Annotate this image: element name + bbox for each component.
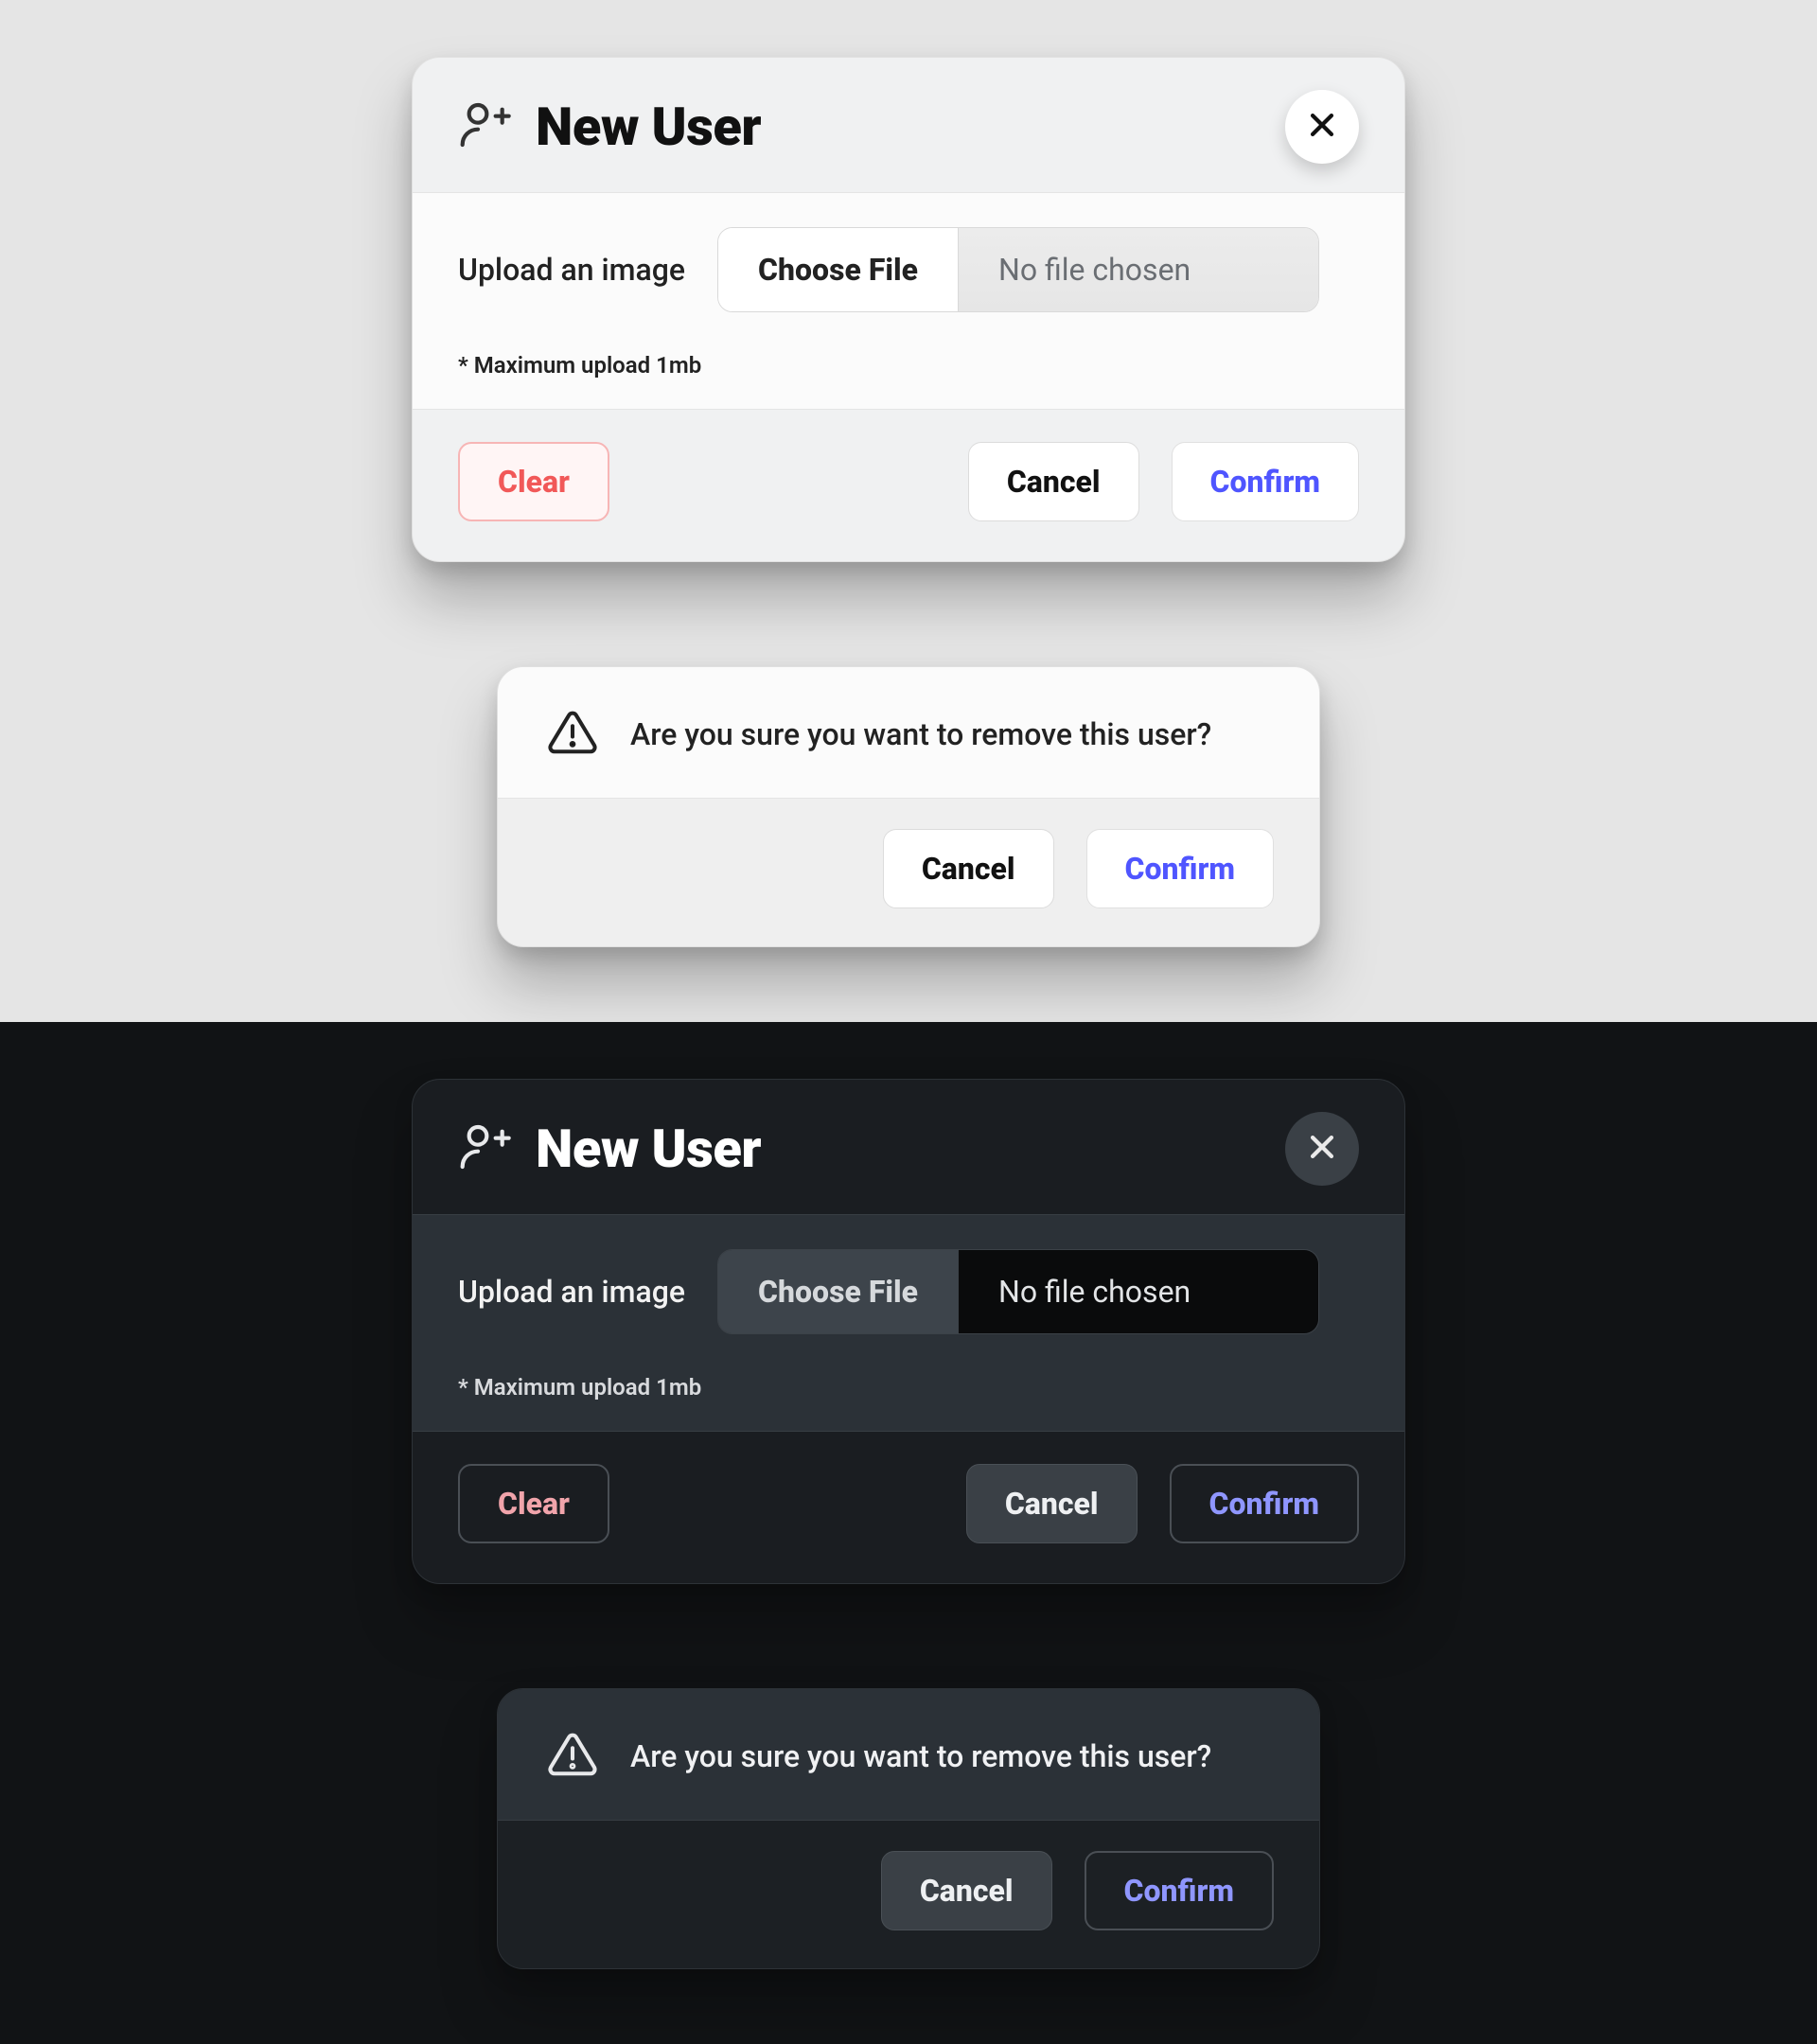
file-picker: Choose File No file chosen <box>717 1249 1319 1334</box>
modal-header-left: New User <box>458 96 761 158</box>
upload-row: Upload an image Choose File No file chos… <box>458 227 1359 312</box>
modal-header-left: New User <box>458 1118 761 1180</box>
clear-button[interactable]: Clear <box>458 1464 609 1543</box>
warning-icon <box>547 707 598 762</box>
close-icon <box>1306 109 1338 145</box>
cancel-button[interactable]: Cancel <box>881 1851 1052 1930</box>
modal-body: Upload an image Choose File No file chos… <box>413 192 1404 410</box>
warning-icon <box>547 1729 598 1784</box>
upload-hint: * Maximum upload 1mb <box>458 352 1359 379</box>
clear-button[interactable]: Clear <box>458 442 609 521</box>
modal-header: New User <box>413 58 1404 192</box>
modal-body: Upload an image Choose File No file chos… <box>413 1214 1404 1432</box>
modal-header: New User <box>413 1080 1404 1214</box>
remove-user-dialog: Are you sure you want to remove this use… <box>497 666 1320 947</box>
upload-hint: * Maximum upload 1mb <box>458 1374 1359 1401</box>
user-plus-icon <box>458 1120 511 1177</box>
upload-row: Upload an image Choose File No file chos… <box>458 1249 1359 1334</box>
remove-user-dialog: Are you sure you want to remove this use… <box>497 1688 1320 1969</box>
modal-title: New User <box>536 96 761 158</box>
close-icon <box>1306 1131 1338 1167</box>
close-button[interactable] <box>1285 1112 1359 1186</box>
footer-right: Cancel Confirm <box>968 442 1359 521</box>
dialog-body: Are you sure you want to remove this use… <box>498 667 1319 799</box>
footer-right: Cancel Confirm <box>966 1464 1359 1543</box>
new-user-modal: New User Upload an image Choose File <box>412 57 1405 562</box>
confirm-button[interactable]: Confirm <box>1086 829 1275 908</box>
light-mode-panel: New User Upload an image Choose File <box>0 0 1817 1022</box>
choose-file-button[interactable]: Choose File <box>718 228 959 311</box>
dialog-footer: Cancel Confirm <box>498 799 1319 946</box>
new-user-modal: New User Upload an image Choose File <box>412 1079 1405 1584</box>
modal-title: New User <box>536 1118 761 1180</box>
dark-mode-panel: New User Upload an image Choose File <box>0 1022 1817 2044</box>
confirm-button[interactable]: Confirm <box>1172 442 1360 521</box>
cancel-button[interactable]: Cancel <box>883 829 1054 908</box>
modal-footer: Clear Cancel Confirm <box>413 1432 1404 1583</box>
cancel-button[interactable]: Cancel <box>966 1464 1138 1543</box>
dialog-body: Are you sure you want to remove this use… <box>498 1689 1319 1821</box>
dialog-message: Are you sure you want to remove this use… <box>630 716 1211 752</box>
file-status: No file chosen <box>959 1250 1318 1333</box>
file-status: No file chosen <box>959 228 1318 311</box>
file-picker: Choose File No file chosen <box>717 227 1319 312</box>
dialog-footer: Cancel Confirm <box>498 1821 1319 1968</box>
upload-label: Upload an image <box>458 1274 685 1310</box>
close-button[interactable] <box>1285 90 1359 164</box>
choose-file-button[interactable]: Choose File <box>718 1250 959 1333</box>
upload-label: Upload an image <box>458 252 685 288</box>
modal-footer: Clear Cancel Confirm <box>413 410 1404 561</box>
confirm-button[interactable]: Confirm <box>1170 1464 1360 1543</box>
dialog-message: Are you sure you want to remove this use… <box>630 1738 1211 1774</box>
confirm-button[interactable]: Confirm <box>1085 1851 1275 1930</box>
cancel-button[interactable]: Cancel <box>968 442 1139 521</box>
user-plus-icon <box>458 98 511 155</box>
